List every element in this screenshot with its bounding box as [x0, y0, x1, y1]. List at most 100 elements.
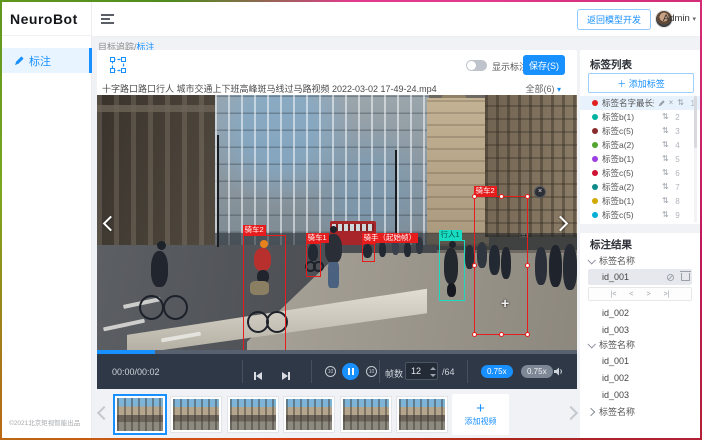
resize-handle[interactable] — [525, 332, 530, 337]
label-list-item[interactable]: 标签c(5) ⇅ 3 — [580, 124, 700, 138]
resize-handle[interactable] — [525, 263, 530, 268]
prev-frame-button[interactable] — [254, 367, 262, 385]
bounding-box-pedestrian1[interactable]: 行人1 — [439, 240, 465, 301]
label-list-item[interactable]: 标签名字最长数... × ⇅ 1 — [580, 96, 700, 110]
sort-icon[interactable]: ⇅ — [677, 99, 684, 107]
resize-handle[interactable] — [525, 194, 530, 199]
toggle-knob — [467, 61, 476, 70]
label-list-item[interactable]: 标签a(2) ⇅ 7 — [580, 180, 700, 194]
label-list-item[interactable]: 标签b(1) ⇅ 5 — [580, 152, 700, 166]
add-video-button[interactable]: + 添加视频 — [452, 394, 509, 435]
app-logo: NeuroBot — [10, 11, 78, 27]
thumbnail[interactable] — [396, 396, 448, 433]
thumbnail[interactable] — [170, 396, 222, 433]
resize-handle[interactable] — [472, 263, 477, 268]
result-id-row[interactable]: id_003 — [588, 322, 692, 338]
label-name: 标签c(5) — [602, 167, 658, 179]
collapse-menu-icon[interactable] — [101, 14, 114, 26]
label-list-title: 标签列表 — [590, 57, 632, 72]
label-color-dot — [592, 114, 598, 120]
save-button[interactable]: 保存(S) — [523, 55, 565, 75]
pager-first[interactable]: |< — [611, 291, 617, 298]
delete-box-button[interactable]: × — [534, 186, 546, 198]
thumbnail[interactable] — [283, 396, 335, 433]
resize-cursor: ↔ — [518, 228, 529, 240]
result-id-row-selected[interactable]: id_001 — [588, 269, 692, 285]
rewind-10-button[interactable]: 10 — [325, 366, 336, 377]
label-color-dot — [592, 170, 598, 176]
marquee-select-tool-icon[interactable] — [109, 56, 127, 74]
pause-button[interactable] — [342, 363, 359, 380]
back-to-model-dev-button[interactable]: 返回模型开发 — [577, 9, 651, 30]
thumbnail-image — [117, 398, 163, 431]
label-order: 9 — [673, 211, 680, 220]
edit-label-icon[interactable] — [658, 100, 665, 107]
result-group-header[interactable]: 标签名称 — [588, 338, 692, 351]
delete-label-icon[interactable]: × — [669, 99, 674, 107]
next-frame-button[interactable] — [282, 367, 290, 385]
label-color-dot — [592, 156, 598, 162]
sort-icon[interactable]: ⇅ — [662, 127, 669, 135]
visibility-icon[interactable] — [666, 273, 675, 282]
volume-icon[interactable] — [553, 366, 564, 377]
pedestrian-figure — [330, 226, 337, 233]
speed-button-primary[interactable]: 0.75x — [481, 365, 513, 378]
sort-icon[interactable]: ⇅ — [662, 183, 669, 191]
bounding-box-cyclist1[interactable]: 骑车1 — [306, 243, 321, 277]
speed-button-secondary[interactable]: 0.75x — [521, 365, 553, 378]
right-panel: 标签列表 ＋ 添加标签 标签名字最长数... × ⇅ 1 标签b(1) ⇅ 2 … — [580, 50, 700, 438]
pedestrian-figure — [549, 245, 562, 287]
result-group-header[interactable]: 标签名称 — [588, 254, 692, 267]
sort-icon[interactable]: ⇅ — [662, 155, 669, 163]
result-id-row[interactable]: id_002 — [588, 370, 692, 386]
sidebar-item-annotate[interactable]: 标注 — [2, 48, 92, 73]
label-list-item[interactable]: 标签b(1) ⇅ 8 — [580, 194, 700, 208]
resize-handle[interactable] — [472, 194, 477, 199]
sort-icon[interactable]: ⇅ — [662, 211, 669, 219]
box-label: 骑车2 — [243, 225, 266, 235]
sort-icon[interactable]: ⇅ — [662, 197, 669, 205]
pager-prev[interactable]: < — [629, 291, 633, 298]
chevron-down-icon — [587, 256, 595, 264]
label-order: 2 — [673, 113, 680, 122]
user-menu[interactable]: Admin ▾ — [663, 13, 696, 24]
bounding-box-rider-start[interactable]: 骑手（起始帧） — [362, 243, 375, 262]
scrollbar[interactable] — [694, 96, 697, 222]
label-list-item[interactable]: 标签c(5) ⇅ 6 — [580, 166, 700, 180]
result-group-header-collapsed[interactable]: 标签名称 — [588, 405, 692, 418]
scrollbar-thumb[interactable] — [694, 96, 697, 148]
result-id-row[interactable]: id_001 — [588, 353, 692, 369]
result-id-row[interactable]: id_002 — [588, 305, 692, 321]
resize-handle[interactable] — [499, 332, 504, 337]
frame-pager: |< < > >| — [588, 287, 692, 301]
result-id-row[interactable]: id_003 — [588, 387, 692, 403]
label-list-item[interactable]: 标签b(1) ⇅ 2 — [580, 110, 700, 124]
add-label-button[interactable]: ＋ 添加标签 — [588, 73, 694, 93]
filter-dropdown[interactable]: 全部(6) ▾ — [525, 82, 561, 95]
bounding-box-cyclist2[interactable]: 骑车2 — [243, 235, 286, 353]
thumbnail[interactable] — [227, 396, 279, 433]
strip-prev-arrow[interactable] — [97, 406, 111, 420]
sort-icon[interactable]: ⇅ — [662, 141, 669, 149]
label-order: 3 — [673, 127, 680, 136]
resize-handle[interactable] — [499, 194, 504, 199]
label-list-item[interactable]: 标签c(5) ⇅ 9 — [580, 208, 700, 222]
trash-icon[interactable] — [681, 273, 690, 281]
frame-step-down[interactable] — [429, 371, 437, 379]
bounding-box-cyclist2-selected[interactable]: 骑车2 — [474, 196, 528, 335]
pager-last[interactable]: >| — [664, 291, 670, 298]
sort-icon[interactable]: ⇅ — [662, 113, 669, 121]
resize-handle[interactable] — [472, 332, 477, 337]
panel-gap — [580, 224, 700, 233]
thumbnail-selected[interactable] — [113, 394, 167, 435]
label-list-item[interactable]: 标签a(2) ⇅ 4 — [580, 138, 700, 152]
forward-10-button[interactable]: 10 — [366, 366, 377, 377]
pager-next[interactable]: > — [647, 291, 651, 298]
annotation-results-title: 标注结果 — [590, 237, 632, 252]
pedestrian-figure — [404, 242, 411, 257]
show-annotation-toggle[interactable] — [466, 60, 487, 71]
sort-icon[interactable]: ⇅ — [662, 169, 669, 177]
strip-next-arrow[interactable] — [564, 406, 578, 420]
video-canvas[interactable]: 骑车2 骑车1 骑手（起始帧） 行人1 骑车2 × — [97, 95, 577, 354]
thumbnail[interactable] — [340, 396, 392, 433]
